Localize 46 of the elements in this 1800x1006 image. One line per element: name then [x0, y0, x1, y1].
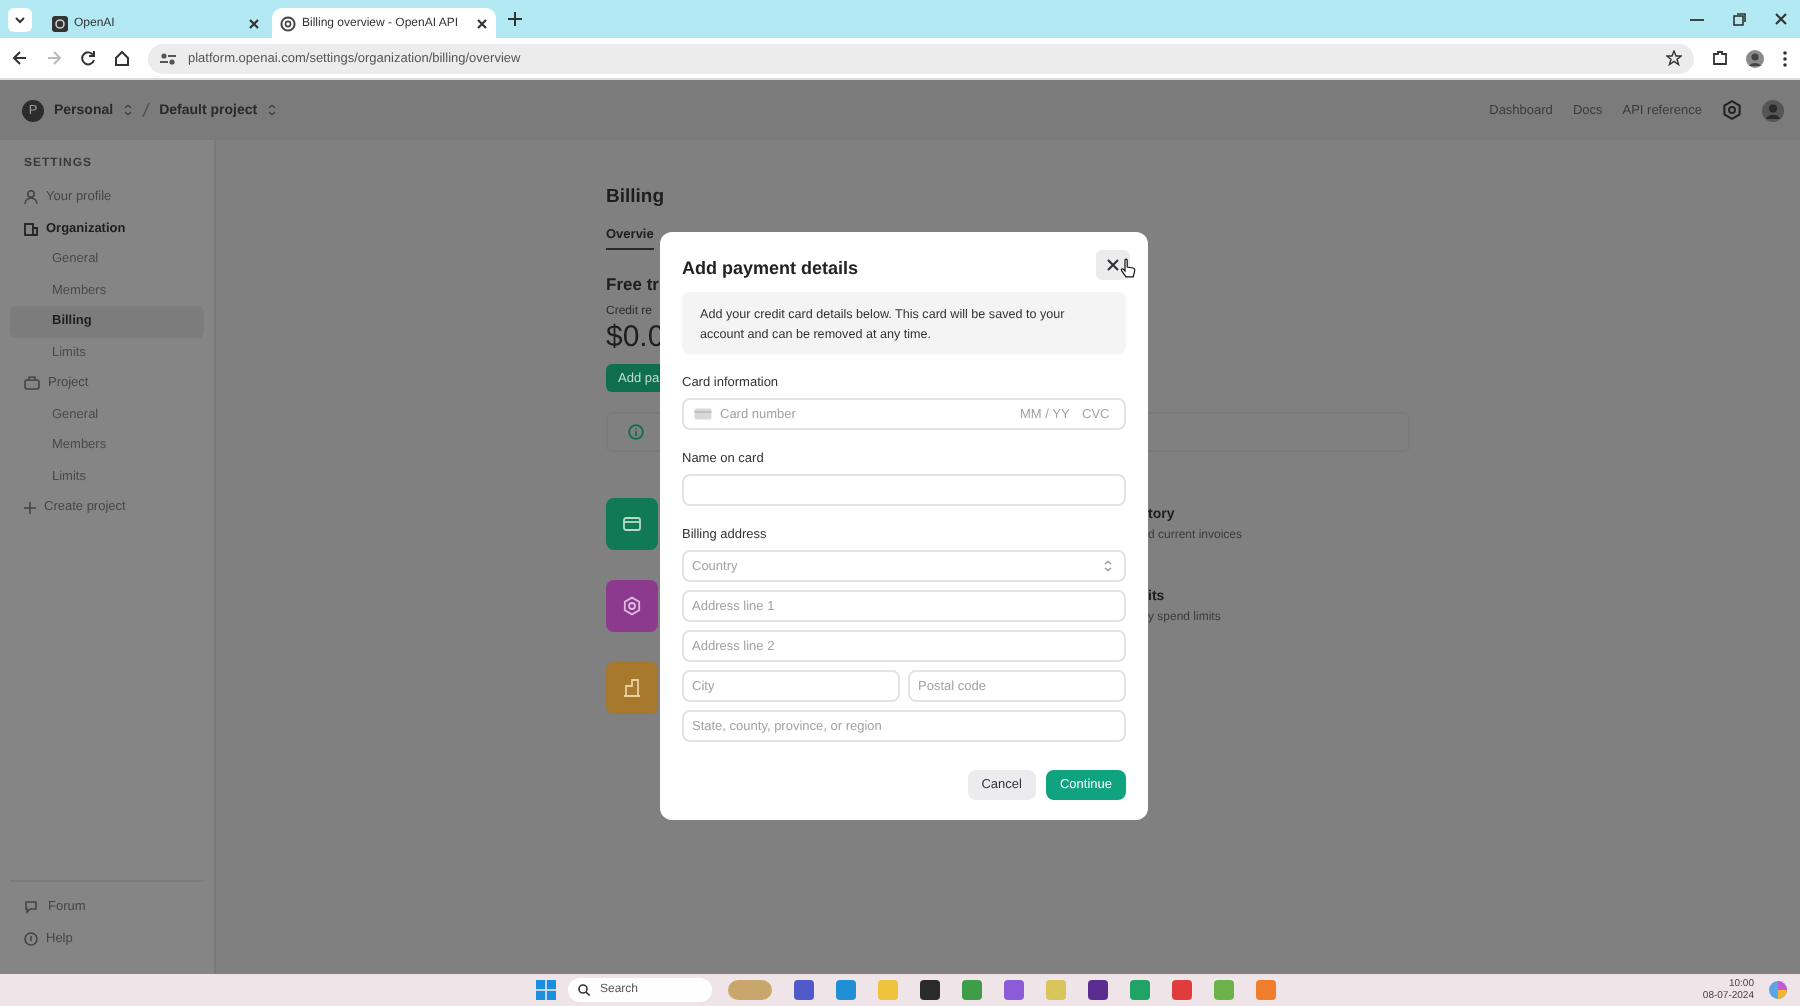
user-avatar-icon[interactable] [1762, 99, 1784, 121]
slash-icon [141, 102, 150, 118]
briefcase-icon [24, 376, 40, 391]
star-icon[interactable] [1666, 50, 1682, 66]
tab-list-button[interactable] [8, 7, 32, 31]
chevron-down-icon [14, 15, 26, 23]
help-icon [24, 931, 38, 946]
card-icon [694, 408, 712, 420]
windows-icon[interactable] [536, 980, 556, 1000]
back-icon[interactable] [12, 50, 28, 66]
page-title: Billing [606, 186, 665, 208]
app-icon[interactable] [920, 980, 940, 1000]
plus-icon[interactable] [508, 12, 522, 26]
profile-avatar-icon[interactable] [1746, 49, 1764, 67]
building-icon [622, 678, 642, 698]
settings-icon[interactable] [1722, 100, 1742, 120]
home-icon[interactable] [114, 50, 130, 66]
site-settings-icon[interactable] [160, 51, 176, 65]
search-icon [578, 984, 590, 996]
section-heading: Free tr [606, 274, 659, 294]
chevron-updown-icon [1104, 560, 1112, 572]
chevron-updown-icon[interactable] [267, 104, 276, 116]
hand-cursor-icon [1120, 258, 1136, 278]
building-icon [24, 221, 38, 236]
copilot-icon[interactable] [1768, 980, 1788, 1000]
app-icon[interactable] [794, 980, 814, 1000]
gear-icon [622, 596, 642, 616]
credit-card-icon [622, 514, 642, 534]
favicon-icon [52, 15, 68, 31]
reload-icon[interactable] [80, 50, 96, 66]
restore-icon[interactable] [1732, 12, 1746, 26]
favicon-icon [280, 15, 296, 31]
close-button[interactable] [1096, 250, 1130, 280]
person-icon [24, 190, 38, 205]
close-icon[interactable] [1774, 12, 1788, 26]
plus-icon [24, 501, 36, 514]
info-icon [628, 424, 644, 440]
chat-icon [24, 900, 40, 915]
chevron-updown-icon[interactable] [123, 104, 132, 116]
more-icon[interactable] [1782, 49, 1788, 67]
dialog-title: Add payment details [682, 258, 859, 278]
app-icon[interactable] [1088, 980, 1108, 1000]
name-field[interactable] [682, 474, 1126, 506]
close-icon [1106, 258, 1120, 272]
close-icon[interactable] [248, 17, 260, 29]
close-icon[interactable] [476, 17, 488, 29]
